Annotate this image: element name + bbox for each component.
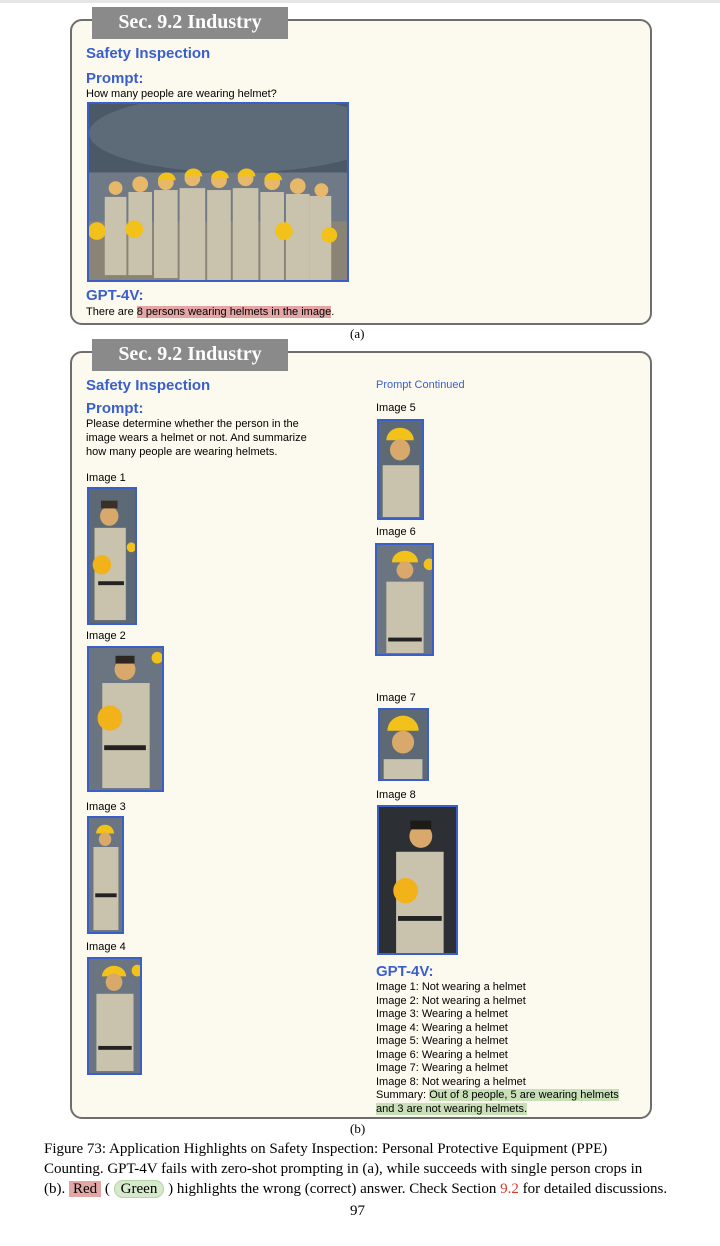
summary-line: Summary: Out of 8 people, 5 are wearing …: [376, 1089, 646, 1103]
prompt-line: image wears a helmet or not. And summari…: [86, 432, 307, 444]
image-6-label: Image 6: [376, 526, 416, 538]
summary-correct-highlight: Out of 8 people, 5 are wearing helmets: [429, 1089, 619, 1101]
caption-text: (: [101, 1181, 114, 1197]
worker-crop-5: [377, 419, 424, 520]
prompt-line: Please determine whether the person in t…: [86, 418, 299, 430]
panel-a-answer: There are 8 persons wearing helmets in t…: [86, 305, 334, 319]
panel-b-answer-label: GPT-4V:: [376, 963, 434, 980]
panel-b-section-tab: Sec. 9.2 Industry: [92, 339, 288, 371]
answer-line: Image 6: Wearing a helmet: [376, 1048, 508, 1061]
image-7-label: Image 7: [376, 692, 416, 704]
image-3-label: Image 3: [86, 801, 126, 813]
answer-prefix: There are: [86, 306, 137, 318]
image-2-label: Image 2: [86, 630, 126, 642]
answer-line: Image 4: Wearing a helmet: [376, 1021, 508, 1034]
page-number: 97: [350, 1203, 365, 1219]
panel-a-prompt-text: How many people are wearing helmet?: [86, 88, 277, 100]
subfigure-a-label: (a): [350, 326, 365, 341]
image-5-label: Image 5: [376, 402, 416, 414]
group-workers-photo: [87, 102, 349, 282]
answer-line: Image 2: Not wearing a helmet: [376, 994, 526, 1007]
prompt-line: how many people are wearing helmets.: [86, 446, 278, 458]
figure-caption: Figure 73: Application Highlights on Saf…: [44, 1139, 684, 1199]
answer-line: Image 1: Not wearing a helmet: [376, 981, 526, 993]
caption-text: for detailed discussions.: [518, 1181, 668, 1197]
summary-prefix: Summary:: [376, 1089, 430, 1101]
panel-b-prompt-label: Prompt:: [86, 400, 144, 417]
panel-b-title: Safety Inspection: [86, 377, 211, 394]
prompt-continued-label: Prompt Continued: [376, 379, 465, 391]
answer-line: Image 5: Wearing a helmet: [376, 1035, 508, 1047]
section-link[interactable]: 9.2: [500, 1181, 519, 1197]
worker-crop-2: [87, 646, 164, 792]
top-rule: [0, 0, 720, 3]
image-8-label: Image 8: [376, 789, 416, 801]
image-4-label: Image 4: [86, 941, 126, 953]
caption-text: (b).: [44, 1181, 69, 1197]
panel-b-prompt-text: Please determine whether the person in t…: [86, 417, 346, 459]
summary-correct-highlight-2: and 3 are not wearing helmets.: [376, 1102, 528, 1115]
caption-text: ) highlights the wrong (correct) answer.…: [164, 1181, 501, 1197]
answer-line: Image 8: Not wearing a helmet: [376, 1075, 526, 1088]
worker-crop-7: [378, 708, 429, 781]
caption-line-1: Figure 73: Application Highlights on Saf…: [44, 1141, 608, 1157]
worker-crop-8: [377, 805, 458, 955]
worker-crop-3: [87, 816, 124, 934]
image-1-label: Image 1: [86, 472, 126, 484]
panel-a-answer-label: GPT-4V:: [86, 287, 144, 304]
panel-b-answer: Image 1: Not wearing a helmet Image 2: N…: [376, 981, 646, 1116]
legend-red-chip: Red: [69, 1181, 102, 1197]
subfigure-b-label: (b): [350, 1121, 366, 1136]
worker-crop-6: [375, 543, 434, 656]
summary-line-2: and 3 are not wearing helmets.: [376, 1102, 646, 1117]
panel-a-title: Safety Inspection: [86, 45, 211, 62]
answer-suffix: .: [331, 306, 335, 318]
caption-line-3: (b). Red ( Green ) highlights the wrong …: [44, 1179, 684, 1199]
panel-a-section-tab: Sec. 9.2 Industry: [92, 7, 288, 39]
legend-green-chip: Green: [113, 1180, 165, 1198]
panel-a-prompt-label: Prompt:: [86, 70, 144, 87]
answer-line: Image 7: Wearing a helmet: [376, 1062, 508, 1074]
answer-wrong-highlight: 8 persons wearing helmets in the image: [136, 306, 332, 318]
worker-crop-1: [87, 487, 137, 625]
worker-crop-4: [87, 957, 142, 1075]
caption-line-2: Counting. GPT-4V fails with zero-shot pr…: [44, 1161, 643, 1177]
answer-line: Image 3: Wearing a helmet: [376, 1008, 508, 1020]
